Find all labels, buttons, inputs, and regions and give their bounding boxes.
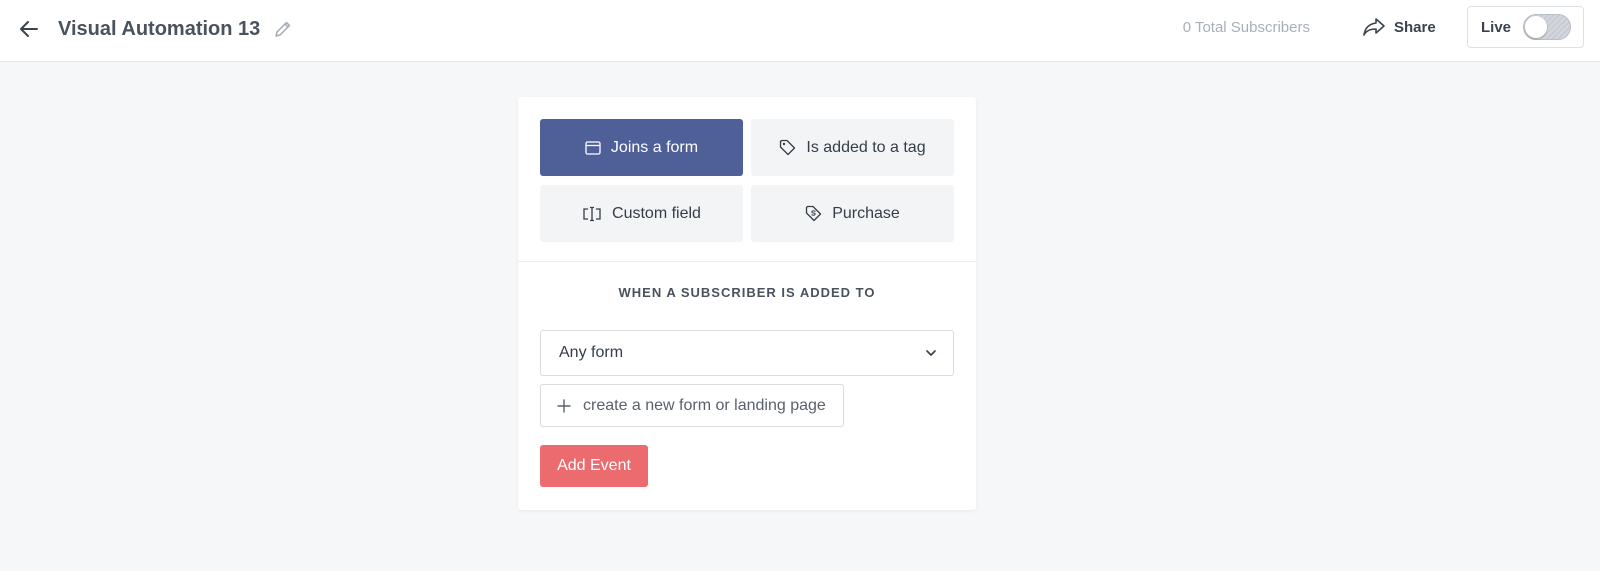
plus-icon xyxy=(557,398,571,413)
price-tag-icon xyxy=(806,205,822,222)
trigger-purchase[interactable]: Purchase xyxy=(751,185,954,242)
trigger-label: Is added to a tag xyxy=(806,138,926,156)
share-arrow-icon xyxy=(1363,18,1385,36)
pencil-icon xyxy=(275,21,291,37)
create-form-label: create a new form or landing page xyxy=(583,396,826,414)
section-heading: WHEN A SUBSCRIBER IS ADDED TO xyxy=(618,285,876,300)
trigger-label: Purchase xyxy=(832,204,900,222)
create-form-button[interactable]: create a new form or landing page xyxy=(540,384,844,427)
trigger-added-to-tag[interactable]: Is added to a tag xyxy=(751,119,954,176)
back-button[interactable] xyxy=(14,14,44,44)
trigger-label: Joins a form xyxy=(610,138,699,156)
total-subscribers: 0 Total Subscribers xyxy=(1182,19,1310,36)
trigger-label: Custom field xyxy=(612,204,701,222)
divider xyxy=(518,261,976,262)
share-label: Share xyxy=(1394,18,1436,36)
live-toggle[interactable] xyxy=(1523,14,1572,40)
add-event-button[interactable]: Add Event xyxy=(540,445,648,487)
trigger-joins-form[interactable]: Joins a form xyxy=(540,119,743,176)
tag-icon xyxy=(780,139,796,156)
trigger-card: Joins a form Is added to a tag Custom fi… xyxy=(518,97,976,510)
live-control: Live xyxy=(1467,6,1584,48)
text-cursor-icon xyxy=(583,206,601,221)
form-window-icon xyxy=(585,140,601,155)
trigger-custom-field[interactable]: Custom field xyxy=(540,185,743,242)
form-select[interactable]: Any form xyxy=(540,330,954,376)
top-bar: Visual Automation 13 0 Total Subscribers… xyxy=(0,0,1600,62)
live-label: Live xyxy=(1481,18,1512,36)
edit-title-button[interactable] xyxy=(270,16,296,42)
page-title: Visual Automation 13 xyxy=(58,18,261,40)
share-button[interactable]: Share xyxy=(1362,12,1436,42)
chevron-down-icon xyxy=(926,350,936,356)
arrow-left-icon xyxy=(20,21,38,37)
trigger-options: Joins a form Is added to a tag Custom fi… xyxy=(540,119,954,244)
toggle-knob xyxy=(1525,16,1548,38)
form-select-value: Any form xyxy=(559,344,624,361)
